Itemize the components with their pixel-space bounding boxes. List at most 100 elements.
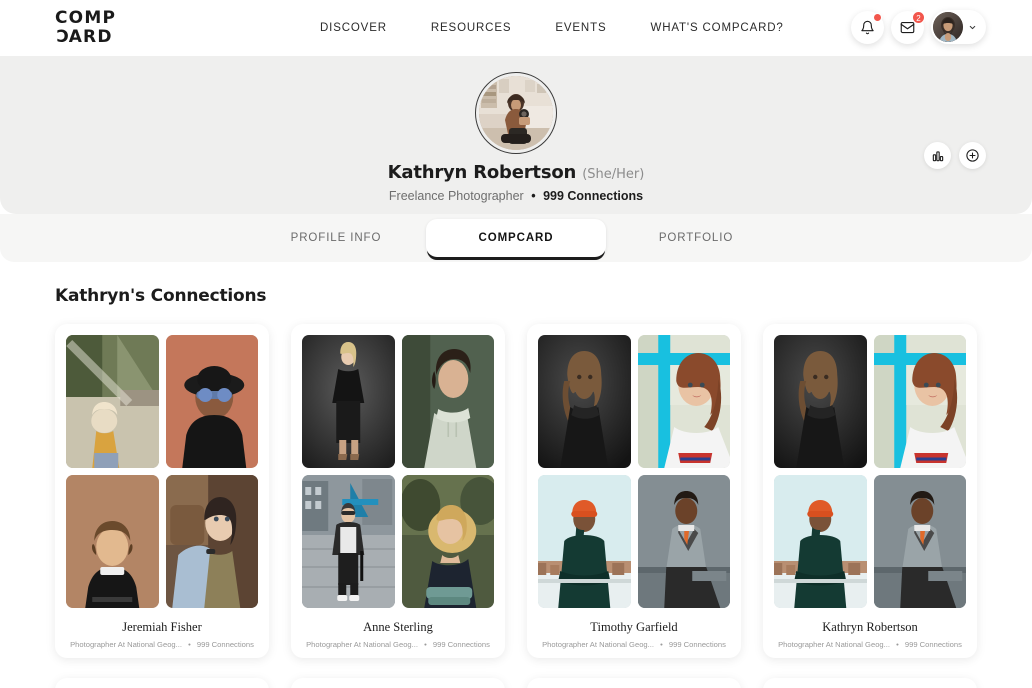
photo-image (302, 475, 395, 608)
compcard-photo[interactable] (538, 335, 631, 468)
compcard-photo[interactable] (302, 335, 395, 468)
photo-image (774, 335, 867, 468)
connection-role: Photographer At National Geog... (778, 640, 890, 649)
profile-tab-bar: PROFILE INFO COMPCARD PORTFOLIO (0, 214, 1032, 262)
profile-band-actions (924, 142, 986, 169)
photo-image (165, 475, 258, 608)
plus-circle-icon (966, 149, 979, 162)
connections-section: Kathryn's Connections Jeremiah Fisher Ph… (0, 262, 1032, 688)
connection-meta: Photographer At National Geog... • 999 C… (302, 640, 494, 649)
connection-role: Photographer At National Geog... (70, 640, 182, 649)
photo-image (66, 475, 159, 608)
chevron-down-icon (969, 25, 976, 29)
messages-badge-count: 2 (912, 10, 925, 24)
connection-connections: 999 Connections (196, 640, 254, 649)
connection-meta: Photographer At National Geog... • 999 C… (538, 640, 730, 649)
compcard-photo[interactable] (538, 475, 631, 608)
connection-meta-separator: • (188, 640, 191, 649)
connection-card[interactable]: Timothy Garfield Photographer At Nationa… (527, 324, 741, 658)
profile-role: Freelance Photographer (388, 189, 524, 203)
profile-name: Kathryn Robertson (She/Her) (0, 162, 1032, 183)
photo-image (873, 475, 966, 608)
compcard-photo[interactable] (774, 335, 867, 468)
compcard-photo[interactable] (66, 335, 159, 468)
connection-meta-separator: • (896, 640, 899, 649)
photo-image (774, 475, 867, 608)
connection-role: Photographer At National Geog... (306, 640, 418, 649)
account-menu-button[interactable] (931, 10, 986, 44)
tab-profile-info[interactable]: PROFILE INFO (246, 219, 426, 257)
compcard-photo-grid (538, 335, 730, 608)
profile-picture (479, 76, 553, 150)
nav-link-discover[interactable]: DISCOVER (320, 22, 387, 34)
profile-picture-ring[interactable] (475, 72, 557, 154)
photo-image (873, 335, 966, 468)
profile-pronouns: (She/Her) (582, 167, 645, 182)
nav-link-resources[interactable]: RESOURCES (431, 22, 512, 34)
tab-list: PROFILE INFO COMPCARD PORTFOLIO (246, 219, 786, 257)
connection-card[interactable] (55, 678, 269, 688)
photo-image (165, 335, 258, 468)
profile-stats-button[interactable] (924, 142, 951, 169)
connection-meta: Photographer At National Geog... • 999 C… (66, 640, 258, 649)
connection-card[interactable]: Kathryn Robertson Photographer At Nation… (763, 324, 977, 658)
photo-image (637, 475, 730, 608)
connection-card[interactable]: Jeremiah Fisher Photographer At National… (55, 324, 269, 658)
connection-card[interactable] (527, 678, 741, 688)
connection-card[interactable]: Anne Sterling Photographer At National G… (291, 324, 505, 658)
connection-role: Photographer At National Geog... (542, 640, 654, 649)
notifications-badge-dot (873, 12, 882, 22)
compcard-photo[interactable] (873, 335, 966, 468)
connection-name: Kathryn Robertson (822, 620, 918, 634)
primary-nav-links: DISCOVER RESOURCES EVENTS WHAT'S COMPCAR… (320, 0, 784, 56)
connection-connections: 999 Connections (432, 640, 490, 649)
tab-portfolio[interactable]: PORTFOLIO (606, 219, 786, 257)
compcard-photo[interactable] (165, 335, 258, 468)
compcard-photo[interactable] (66, 475, 159, 608)
photo-image (302, 335, 395, 468)
connection-card[interactable] (763, 678, 977, 688)
compcard-photo[interactable] (637, 475, 730, 608)
nav-action-cluster: 2 (851, 10, 986, 44)
photo-image (538, 475, 631, 608)
compcard-photo-grid (66, 335, 258, 608)
profile-header-band: Kathryn Robertson (She/Her) Freelance Ph… (0, 56, 1032, 214)
photo-image (401, 335, 494, 468)
top-navigation-bar: COMP CARD DISCOVER RESOURCES EVENTS WHAT… (0, 0, 1032, 56)
account-avatar (933, 12, 963, 42)
photo-image (66, 335, 159, 468)
bell-icon (861, 20, 874, 34)
logo-line-1: COMP (55, 8, 117, 28)
bar-chart-icon (932, 150, 943, 161)
logo-line-2: CARD (55, 27, 113, 47)
compcard-photo[interactable] (637, 335, 730, 468)
connection-connections: 999 Connections (668, 640, 726, 649)
compcard-photo[interactable] (165, 475, 258, 608)
connections-card-grid-row-2 (46, 678, 986, 688)
nav-link-events[interactable]: EVENTS (555, 22, 606, 34)
tab-compcard[interactable]: COMPCARD (426, 219, 606, 257)
compcard-photo-grid (302, 335, 494, 608)
profile-picture-image (479, 76, 553, 150)
compcard-photo[interactable] (873, 475, 966, 608)
photo-image (637, 335, 730, 468)
messages-button[interactable]: 2 (891, 10, 925, 44)
photo-image (401, 475, 494, 608)
connection-meta: Photographer At National Geog... • 999 C… (774, 640, 966, 649)
profile-add-button[interactable] (959, 142, 986, 169)
connection-meta-separator: • (660, 640, 663, 649)
compcard-photo[interactable] (302, 475, 395, 608)
compcard-photo[interactable] (774, 475, 867, 608)
compcard-photo[interactable] (401, 335, 494, 468)
compcard-photo-grid (774, 335, 966, 608)
nav-link-whats-compcard[interactable]: WHAT'S COMPCARD? (651, 22, 784, 34)
section-title: Kathryn's Connections (55, 286, 267, 306)
profile-name-text: Kathryn Robertson (387, 162, 577, 183)
connections-card-grid: Jeremiah Fisher Photographer At National… (46, 324, 986, 658)
connection-card[interactable] (291, 678, 505, 688)
profile-meta-separator: • (531, 189, 536, 203)
profile-subtitle: Freelance Photographer • 999 Connections (0, 189, 1032, 203)
notifications-button[interactable] (851, 10, 884, 44)
compcard-photo[interactable] (401, 475, 494, 608)
compcard-logo[interactable]: COMP CARD (55, 8, 117, 48)
